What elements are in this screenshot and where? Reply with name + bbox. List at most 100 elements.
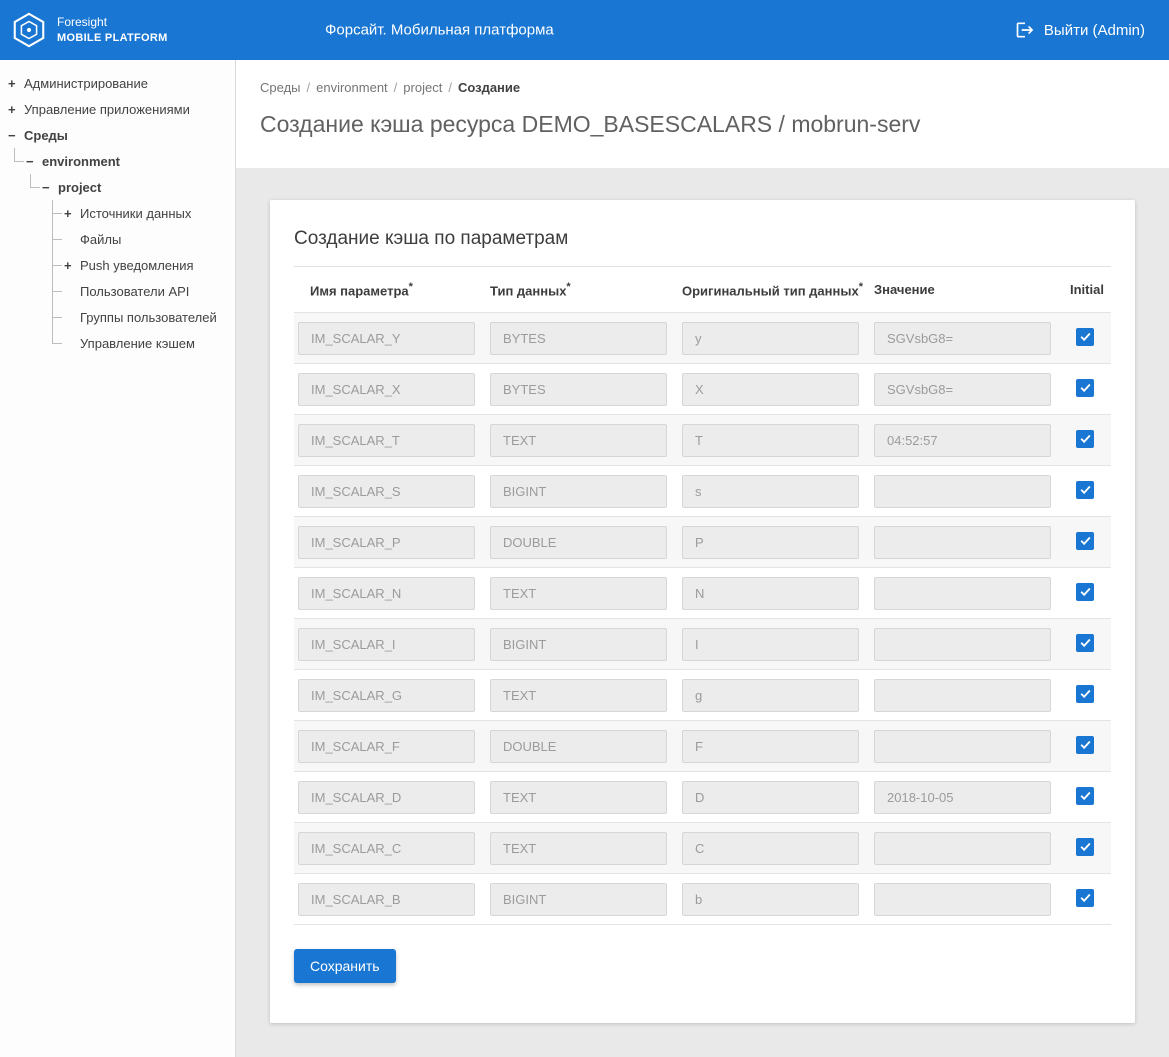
- original-type-input[interactable]: [682, 577, 859, 610]
- value-input[interactable]: [874, 679, 1051, 712]
- initial-checkbox[interactable]: [1076, 481, 1094, 499]
- data-type-input[interactable]: [490, 577, 667, 610]
- param-name-input[interactable]: [298, 832, 475, 865]
- value-input[interactable]: [874, 781, 1051, 814]
- original-type-input[interactable]: [682, 883, 859, 916]
- param-name-input[interactable]: [298, 730, 475, 763]
- sidebar-item[interactable]: Файлы: [0, 226, 235, 252]
- initial-checkbox[interactable]: [1076, 328, 1094, 346]
- sidebar-item[interactable]: +Управление приложениями: [0, 96, 235, 122]
- initial-checkbox[interactable]: [1076, 787, 1094, 805]
- value-input[interactable]: [874, 730, 1051, 763]
- initial-checkbox[interactable]: [1076, 583, 1094, 601]
- data-type-input[interactable]: [490, 322, 667, 355]
- value-input[interactable]: [874, 322, 1051, 355]
- table-body: [294, 313, 1111, 925]
- brand-line1: Foresight: [57, 15, 168, 31]
- data-type-input[interactable]: [490, 883, 667, 916]
- param-name-input[interactable]: [298, 475, 475, 508]
- required-asterisk: *: [409, 281, 413, 293]
- param-name-input[interactable]: [298, 373, 475, 406]
- value-input[interactable]: [874, 832, 1051, 865]
- original-type-input[interactable]: [682, 322, 859, 355]
- param-name-cell: [294, 730, 486, 763]
- sidebar-item[interactable]: +Push уведомления: [0, 252, 235, 278]
- value-input[interactable]: [874, 373, 1051, 406]
- expand-plus-icon[interactable]: +: [64, 258, 80, 273]
- original-type-input[interactable]: [682, 526, 859, 559]
- value-input[interactable]: [874, 883, 1051, 916]
- data-type-input[interactable]: [490, 424, 667, 457]
- value-cell: [870, 679, 1062, 712]
- param-name-input[interactable]: [298, 322, 475, 355]
- original-type-input[interactable]: [682, 832, 859, 865]
- original-type-input[interactable]: [682, 424, 859, 457]
- value-cell: [870, 832, 1062, 865]
- breadcrumb-item[interactable]: Среды: [260, 80, 301, 95]
- param-name-input[interactable]: [298, 628, 475, 661]
- param-name-input[interactable]: [298, 577, 475, 610]
- param-name-input[interactable]: [298, 883, 475, 916]
- column-header-label: Значение: [874, 282, 935, 297]
- initial-checkbox[interactable]: [1076, 736, 1094, 754]
- expand-plus-icon[interactable]: +: [8, 102, 24, 117]
- initial-checkbox[interactable]: [1076, 379, 1094, 397]
- initial-checkbox[interactable]: [1076, 430, 1094, 448]
- original-type-input[interactable]: [682, 628, 859, 661]
- initial-checkbox[interactable]: [1076, 838, 1094, 856]
- data-type-input[interactable]: [490, 526, 667, 559]
- value-input[interactable]: [874, 475, 1051, 508]
- column-header: Значение: [870, 282, 1062, 297]
- original-type-input[interactable]: [682, 373, 859, 406]
- original-type-input[interactable]: [682, 781, 859, 814]
- data-type-input[interactable]: [490, 679, 667, 712]
- data-type-input[interactable]: [490, 781, 667, 814]
- sidebar-item[interactable]: Управление кэшем: [0, 330, 235, 356]
- original-type-input[interactable]: [682, 679, 859, 712]
- collapse-minus-icon[interactable]: −: [8, 128, 24, 143]
- sidebar-item[interactable]: Группы пользователей: [0, 304, 235, 330]
- collapse-minus-icon[interactable]: −: [42, 180, 58, 195]
- initial-checkbox[interactable]: [1076, 889, 1094, 907]
- brand-text: Foresight MOBILE PLATFORM: [57, 15, 168, 45]
- original-type-cell: [678, 373, 870, 406]
- original-type-input[interactable]: [682, 730, 859, 763]
- check-icon: [1079, 891, 1092, 904]
- data-type-input[interactable]: [490, 730, 667, 763]
- sidebar-item[interactable]: +Администрирование: [0, 70, 235, 96]
- check-icon: [1079, 738, 1092, 751]
- data-type-cell: [486, 679, 678, 712]
- sidebar-item[interactable]: +Источники данных: [0, 200, 235, 226]
- initial-checkbox[interactable]: [1076, 685, 1094, 703]
- value-input[interactable]: [874, 628, 1051, 661]
- table-row: [294, 364, 1111, 415]
- expand-plus-icon[interactable]: +: [64, 206, 80, 221]
- data-type-input[interactable]: [490, 628, 667, 661]
- logout-button[interactable]: Выйти (Admin): [1015, 20, 1169, 40]
- value-input[interactable]: [874, 526, 1051, 559]
- sidebar-item[interactable]: −environment: [0, 148, 235, 174]
- sidebar-item[interactable]: −Среды: [0, 122, 235, 148]
- data-type-input[interactable]: [490, 475, 667, 508]
- sidebar-item[interactable]: Пользователи API: [0, 278, 235, 304]
- param-name-input[interactable]: [298, 781, 475, 814]
- table-header: Имя параметра*Тип данных*Оригинальный ти…: [294, 267, 1111, 313]
- initial-cell: [1062, 379, 1111, 400]
- data-type-input[interactable]: [490, 832, 667, 865]
- initial-checkbox[interactable]: [1076, 532, 1094, 550]
- sidebar-item[interactable]: −project: [0, 174, 235, 200]
- original-type-input[interactable]: [682, 475, 859, 508]
- param-name-input[interactable]: [298, 526, 475, 559]
- value-input[interactable]: [874, 424, 1051, 457]
- collapse-minus-icon[interactable]: −: [26, 154, 42, 169]
- expand-plus-icon[interactable]: +: [8, 76, 24, 91]
- param-name-input[interactable]: [298, 679, 475, 712]
- value-input[interactable]: [874, 577, 1051, 610]
- initial-checkbox[interactable]: [1076, 634, 1094, 652]
- breadcrumb-item[interactable]: environment: [316, 80, 388, 95]
- save-button[interactable]: Сохранить: [294, 949, 396, 983]
- data-type-cell: [486, 730, 678, 763]
- breadcrumb-item[interactable]: project: [403, 80, 442, 95]
- data-type-input[interactable]: [490, 373, 667, 406]
- param-name-input[interactable]: [298, 424, 475, 457]
